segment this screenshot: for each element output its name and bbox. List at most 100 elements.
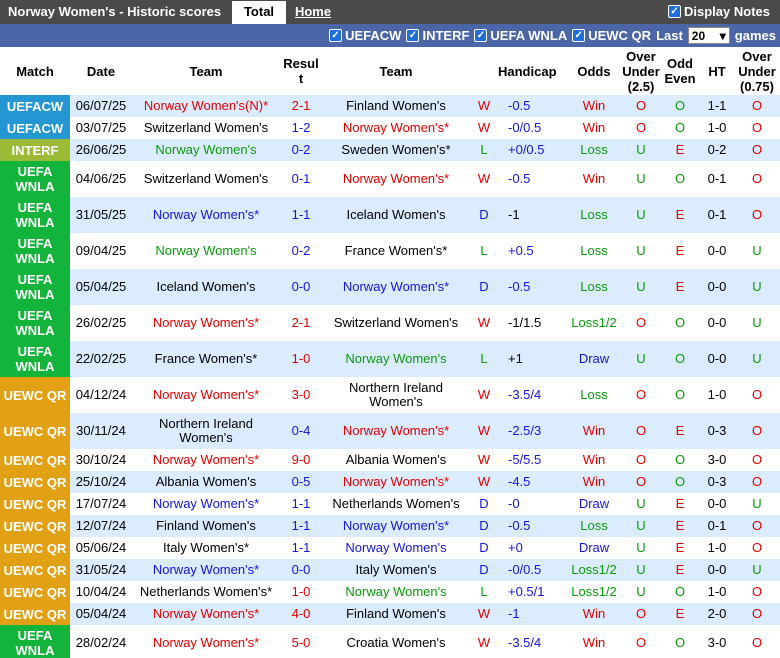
over-under-25: O <box>622 117 660 139</box>
table-row[interactable]: UEWC QR 31/05/24 Norway Women's* 0-0 Italy W… <box>0 559 780 581</box>
home-team: Norway Women's* <box>132 197 280 233</box>
home-team: France Women's* <box>132 341 280 377</box>
away-team: France Women's* <box>322 233 470 269</box>
away-team: Finland Women's <box>322 95 470 117</box>
table-header-row: Match Date Team Resul t Team Handicap Odd… <box>0 47 780 95</box>
tab-home[interactable]: Home <box>288 1 338 24</box>
table-row[interactable]: UEFACW 06/07/25 Norway Women's(N)* 2-1 Finla… <box>0 95 780 117</box>
odds-result: Loss <box>566 197 622 233</box>
half-time-score: 0-1 <box>700 515 734 537</box>
half-time-score: 0-0 <box>700 233 734 269</box>
table-row[interactable]: UEFA WNLA 31/05/25 Norway Women's* 1-1 Icela… <box>0 197 780 233</box>
tab-total[interactable]: Total <box>232 1 286 24</box>
score: 1-0 <box>280 581 322 603</box>
table-row[interactable]: UEWC QR 04/12/24 Norway Women's* 3-0 Norther… <box>0 377 780 413</box>
odds-result: Loss <box>566 377 622 413</box>
away-team: Finland Women's <box>322 603 470 625</box>
half-time-score: 0-1 <box>700 161 734 197</box>
table-row[interactable]: UEWC QR 25/10/24 Albania Women's 0-5 Norway … <box>0 471 780 493</box>
checkbox-checked-icon[interactable]: ✓ <box>329 29 343 42</box>
col-ou075-line2: Under <box>738 63 776 79</box>
over-under-25: U <box>622 581 660 603</box>
table-row[interactable]: UEWC QR 30/11/24 Northern Ireland Women's 0… <box>0 413 780 449</box>
odds-result: Loss1/2 <box>566 305 622 341</box>
checkbox-checked-icon[interactable]: ✓ <box>474 29 488 42</box>
table-row[interactable]: UEFACW 03/07/25 Switzerland Women's 1-2 Norw… <box>0 117 780 139</box>
odds-result: Draw <box>566 537 622 559</box>
table-row[interactable]: UEFA WNLA 09/04/25 Norway Women's 0-2 France… <box>0 233 780 269</box>
table-row[interactable]: UEWC QR 10/04/24 Netherlands Women's* 1-0 No… <box>0 581 780 603</box>
table-row[interactable]: UEFA WNLA 05/04/25 Iceland Women's 0-0 Norwa… <box>0 269 780 305</box>
away-team: Norway Women's <box>322 581 470 603</box>
odd-even: O <box>660 377 700 413</box>
table-row[interactable]: UEFA WNLA 26/02/25 Norway Women's* 2-1 Switz… <box>0 305 780 341</box>
match-date: 12/07/24 <box>70 515 132 537</box>
away-team: Norway Women's* <box>322 117 470 139</box>
result-letter: W <box>470 117 498 139</box>
away-team: Netherlands Women's <box>322 493 470 515</box>
match-type: UEFA WNLA <box>0 161 70 197</box>
table-row[interactable]: UEFA WNLA 22/02/25 France Women's* 1-0 Norwa… <box>0 341 780 377</box>
result-letter: L <box>470 139 498 161</box>
filter-label: UEFA WNLA <box>490 28 568 43</box>
games-count-select[interactable]: 20 ▾ <box>687 27 730 44</box>
over-under-25: O <box>622 625 660 658</box>
odd-even: E <box>660 537 700 559</box>
over-under-25: U <box>622 515 660 537</box>
match-date: 05/04/25 <box>70 269 132 305</box>
checkbox-checked-icon[interactable]: ✓ <box>572 29 586 42</box>
match-date: 28/02/24 <box>70 625 132 658</box>
over-under-075: O <box>734 197 780 233</box>
match-date: 17/07/24 <box>70 493 132 515</box>
half-time-score: 0-0 <box>700 341 734 377</box>
col-oddeven-line1: Odd <box>667 56 693 71</box>
over-under-075: O <box>734 117 780 139</box>
filter-label: UEWC QR <box>588 28 652 43</box>
over-under-25: O <box>622 377 660 413</box>
table-row[interactable]: UEWC QR 17/07/24 Norway Women's* 1-1 Netherl… <box>0 493 780 515</box>
home-team: Norway Women's* <box>132 625 280 658</box>
odds-result: Win <box>566 603 622 625</box>
handicap: +0.5 <box>498 233 566 269</box>
over-under-25: O <box>622 449 660 471</box>
odd-even: O <box>660 305 700 341</box>
col-odds: Odds <box>566 47 622 95</box>
match-type: UEWC QR <box>0 413 70 449</box>
result-letter: W <box>470 95 498 117</box>
over-under-075: U <box>734 269 780 305</box>
checkbox-checked-icon[interactable]: ✓ <box>406 29 420 42</box>
filter-uewc-qr[interactable]: ✓ UEWC QR <box>572 28 651 43</box>
table-row[interactable]: UEFA WNLA 04/06/25 Switzerland Women's 0-1 N… <box>0 161 780 197</box>
table-row[interactable]: UEFA WNLA 28/02/24 Norway Women's* 5-0 Croat… <box>0 625 780 658</box>
home-team: Norway Women's* <box>132 305 280 341</box>
handicap: -0.5 <box>498 161 566 197</box>
home-team: Finland Women's <box>132 515 280 537</box>
table-row[interactable]: UEWC QR 12/07/24 Finland Women's 1-1 Norway … <box>0 515 780 537</box>
result-letter: L <box>470 341 498 377</box>
filter-uefacw[interactable]: ✓ UEFACW <box>329 28 401 43</box>
score: 2-1 <box>280 305 322 341</box>
over-under-075: O <box>734 139 780 161</box>
display-notes-toggle[interactable]: ✓ Display Notes <box>668 4 770 19</box>
handicap: -0.5 <box>498 95 566 117</box>
match-type: UEFACW <box>0 117 70 139</box>
over-under-075: U <box>734 233 780 269</box>
table-row[interactable]: INTERF 26/06/25 Norway Women's 0-2 Sweden Wo… <box>0 139 780 161</box>
score: 0-0 <box>280 269 322 305</box>
col-home-team: Team <box>132 47 280 95</box>
checkbox-checked-icon[interactable]: ✓ <box>668 5 682 18</box>
odd-even: O <box>660 581 700 603</box>
score: 5-0 <box>280 625 322 658</box>
table-row[interactable]: UEWC QR 30/10/24 Norway Women's* 9-0 Albania… <box>0 449 780 471</box>
over-under-075: O <box>734 161 780 197</box>
filter-uefa-wnla[interactable]: ✓ UEFA WNLA <box>474 28 567 43</box>
away-team: Norway Women's* <box>322 471 470 493</box>
match-date: 04/12/24 <box>70 377 132 413</box>
filter-interf[interactable]: ✓ INTERF <box>406 28 469 43</box>
home-team: Norway Women's(N)* <box>132 95 280 117</box>
table-row[interactable]: UEWC QR 05/04/24 Norway Women's* 4-0 Finland… <box>0 603 780 625</box>
table-row[interactable]: UEWC QR 05/06/24 Italy Women's* 1-1 Norway W… <box>0 537 780 559</box>
result-letter: W <box>470 161 498 197</box>
odd-even: O <box>660 471 700 493</box>
odds-result: Loss1/2 <box>566 581 622 603</box>
